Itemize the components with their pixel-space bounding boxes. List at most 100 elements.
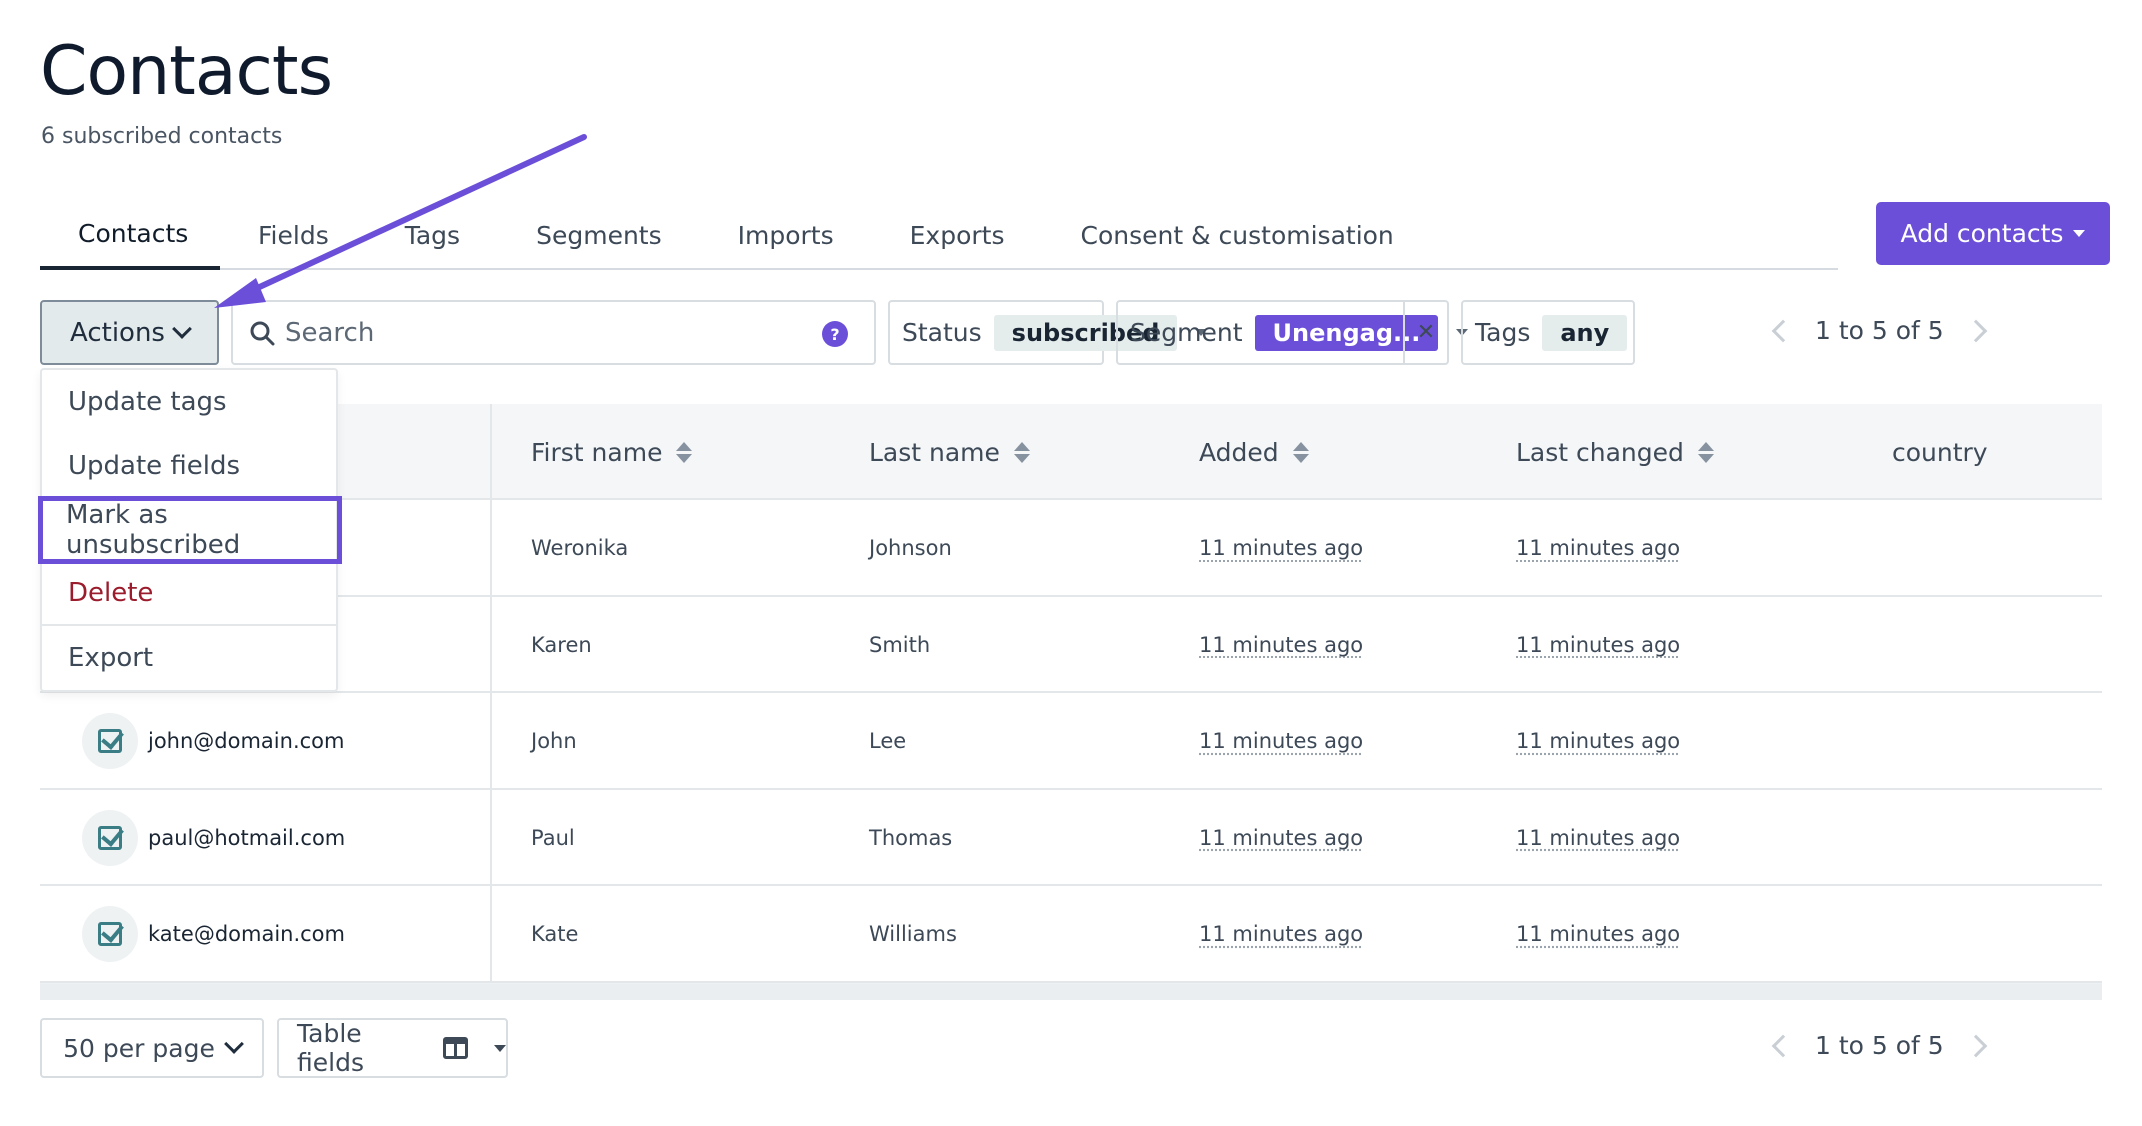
previous-page-icon[interactable]: [1771, 319, 1795, 342]
row-checkbox[interactable]: [82, 713, 138, 769]
status-filter[interactable]: Status subscribed: [888, 300, 1208, 365]
row-last-changed: 11 minutes ago: [1516, 536, 1681, 560]
subscribed-count: 6 subscribed contacts: [41, 124, 283, 149]
pagination-label: 1 to 5 of 5: [1815, 1031, 1944, 1060]
row-last-changed: 11 minutes ago: [1516, 729, 1681, 753]
tab-segments[interactable]: Segments: [498, 200, 700, 270]
row-last-changed: 11 minutes ago: [1516, 825, 1681, 850]
row-select-cell: paul@hotmail.com: [40, 789, 492, 886]
table-row[interactable]: john@domain.com John Lee 11 minutes ago …: [40, 693, 2102, 790]
menu-item-update-tags[interactable]: Update tags: [42, 370, 336, 434]
row-first-name: Kate: [531, 922, 579, 946]
row-added: 11 minutes ago: [1199, 729, 1364, 753]
chevron-down-icon: [223, 1034, 244, 1054]
column-last-changed-label: Last changed: [1516, 437, 1684, 467]
tab-contacts[interactable]: Contacts: [40, 200, 220, 270]
tab-exports[interactable]: Exports: [872, 200, 1043, 270]
page-title: Contacts: [40, 32, 333, 111]
row-last-name: Williams: [869, 922, 957, 946]
menu-item-update-fields[interactable]: Update fields: [42, 434, 336, 498]
menu-item-mark-as-unsubscribed[interactable]: Mark as unsubscribed: [38, 496, 342, 564]
row-added: 11 minutes ago: [1199, 825, 1364, 850]
help-icon[interactable]: ?: [822, 321, 848, 347]
row-select-cell: kate@domain.com: [40, 886, 492, 981]
table-row[interactable]: paul@hotmail.com Paul Thomas 11 minutes …: [40, 789, 2102, 886]
pagination-bottom: 1 to 5 of 5: [1771, 1031, 1988, 1060]
column-last-changed[interactable]: Last changed: [1516, 404, 1714, 500]
column-added-label: Added: [1199, 437, 1279, 467]
row-added: 11 minutes ago: [1199, 922, 1364, 946]
per-page-label: 50 per page: [63, 1033, 215, 1063]
checkbox-checked-icon: [98, 825, 122, 850]
row-first-name: Weronika: [531, 536, 629, 560]
chevron-down-icon: [172, 318, 192, 339]
row-checkbox[interactable]: [82, 809, 138, 866]
pagination-top: 1 to 5 of 5: [1771, 316, 1988, 345]
actions-label: Actions: [70, 317, 165, 348]
row-last-name: Smith: [869, 632, 931, 657]
actions-button[interactable]: Actions: [40, 300, 219, 365]
row-first-name: John: [531, 729, 577, 753]
search-input[interactable]: [285, 317, 805, 348]
column-last-name[interactable]: Last name: [869, 404, 1030, 500]
tab-tags[interactable]: Tags: [367, 200, 498, 270]
tab-fields[interactable]: Fields: [220, 200, 367, 270]
previous-page-icon[interactable]: [1771, 1034, 1795, 1057]
row-email[interactable]: kate@domain.com: [148, 886, 345, 982]
column-country[interactable]: country: [1892, 404, 1988, 500]
row-added: 11 minutes ago: [1199, 536, 1364, 560]
row-last-changed: 11 minutes ago: [1516, 632, 1681, 657]
tags-filter-label: Tags: [1475, 318, 1531, 347]
row-email[interactable]: john@domain.com: [148, 693, 344, 789]
table-scrollbar[interactable]: [40, 984, 2102, 1000]
table-row[interactable]: kate@domain.com Kate Williams 11 minutes…: [40, 886, 2102, 983]
clear-segment-icon[interactable]: ✕: [1403, 302, 1447, 363]
tags-filter[interactable]: Tags any: [1461, 300, 1635, 365]
table-fields-label: Table fields: [297, 1019, 364, 1077]
menu-item-delete[interactable]: Delete: [42, 562, 336, 626]
table-row[interactable]: Karen Smith 11 minutes ago 11 minutes ag…: [40, 596, 2102, 693]
row-last-name: Johnson: [869, 536, 952, 560]
next-page-icon[interactable]: [1964, 319, 1988, 342]
sort-icon: [1013, 441, 1030, 463]
row-email[interactable]: paul@hotmail.com: [148, 790, 345, 886]
caret-down-icon: [2073, 230, 2086, 237]
checkbox-checked-icon: [98, 922, 122, 946]
add-contacts-button[interactable]: Add contacts: [1876, 202, 2110, 265]
table-row[interactable]: Weronika Johnson 11 minutes ago 11 minut…: [40, 500, 2102, 597]
add-contacts-label: Add contacts: [1900, 219, 2064, 248]
row-select-cell: john@domain.com: [40, 693, 492, 788]
sort-icon: [676, 441, 693, 463]
next-page-icon[interactable]: [1964, 1034, 1988, 1057]
menu-item-export[interactable]: Export: [42, 626, 336, 690]
column-country-label: country: [1892, 437, 1988, 467]
segment-filter[interactable]: Segment Unengag... ✕: [1116, 300, 1469, 365]
row-checkbox[interactable]: [82, 906, 138, 962]
pagination-label: 1 to 5 of 5: [1815, 316, 1944, 345]
sort-icon: [1697, 441, 1714, 463]
status-filter-label: Status: [902, 318, 982, 347]
table-fields-button[interactable]: Table fields: [277, 1018, 508, 1078]
column-added[interactable]: Added: [1199, 404, 1309, 500]
tab-bar: Contacts Fields Tags Segments Imports Ex…: [40, 200, 1838, 270]
checkbox-checked-icon: [98, 729, 122, 753]
column-last-name-label: Last name: [869, 437, 1000, 467]
search-icon: [250, 321, 275, 345]
search-box: ?: [231, 300, 876, 365]
table-columns-icon: [442, 1037, 468, 1059]
column-first-name[interactable]: First name: [531, 404, 693, 500]
per-page-select[interactable]: 50 per page: [40, 1018, 264, 1078]
row-first-name: Paul: [531, 825, 575, 850]
row-added: 11 minutes ago: [1199, 632, 1364, 657]
segment-filter-label: Segment: [1130, 318, 1243, 347]
sort-icon: [1292, 441, 1309, 463]
row-last-name: Thomas: [869, 825, 953, 850]
caret-down-icon: [494, 1044, 506, 1052]
tab-imports[interactable]: Imports: [700, 200, 872, 270]
table-header: First name Last name Added Last changed …: [40, 404, 2102, 500]
tags-filter-value: any: [1542, 314, 1628, 351]
row-last-changed: 11 minutes ago: [1516, 922, 1681, 946]
contacts-table: First name Last name Added Last changed …: [40, 404, 2102, 1000]
row-first-name: Karen: [531, 632, 592, 657]
tab-consent-customisation[interactable]: Consent & customisation: [1043, 200, 1432, 270]
